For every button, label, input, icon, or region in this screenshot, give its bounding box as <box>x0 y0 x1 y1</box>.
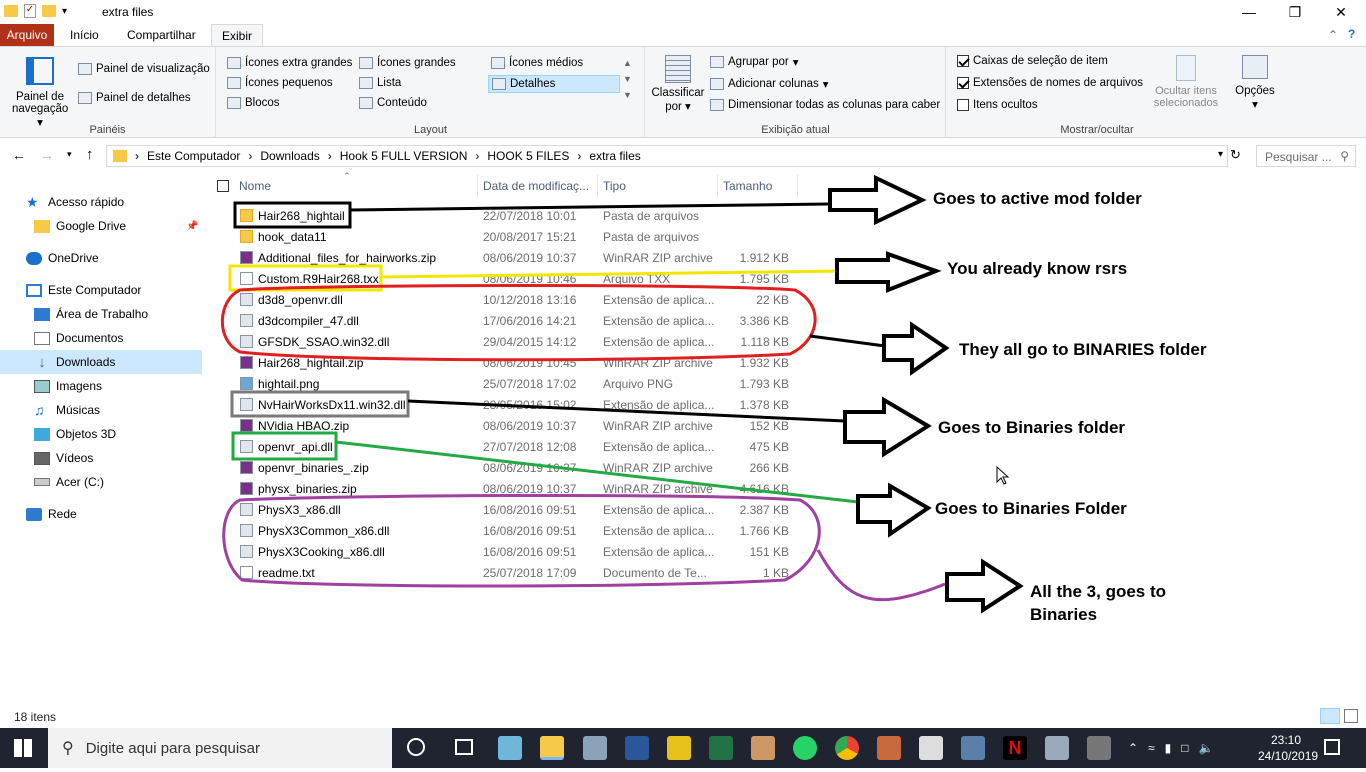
windows-start-icon[interactable] <box>14 739 32 757</box>
arrow-icon <box>945 558 1024 614</box>
annotation-line <box>335 440 859 504</box>
netflix-icon[interactable]: N <box>1003 736 1027 760</box>
word-icon[interactable] <box>625 736 649 760</box>
annotation-note: Goes to Binaries Folder <box>935 499 1127 518</box>
annotation-line <box>816 549 946 602</box>
annotation-line <box>407 399 846 423</box>
clock[interactable]: 23:10 24/10/2019 <box>1258 732 1318 772</box>
mouse-cursor-icon <box>996 466 1010 485</box>
app-icon[interactable] <box>877 736 901 760</box>
annotation-note: You already know rsrs <box>947 259 1128 278</box>
arrow-icon <box>835 251 942 293</box>
whatsapp-icon[interactable] <box>793 736 817 760</box>
annotation-box-black <box>233 201 352 229</box>
annotation-loop-red <box>220 283 817 362</box>
annotation-note: All the 3, goes to Binaries <box>1030 582 1167 624</box>
arrow-shapes <box>828 174 1024 614</box>
search-icon: ⚲ <box>62 740 74 757</box>
arrow-icon <box>828 174 927 226</box>
annotation-line <box>809 334 886 348</box>
arrow-icon <box>843 396 932 458</box>
file-explorer-icon[interactable] <box>540 736 564 760</box>
battery-icon[interactable]: ▮ <box>1165 741 1172 755</box>
taskbar: ⚲ Digite aqui para pesquisar N ⌃ ≈ ▮ □ 🔈 … <box>0 728 1366 768</box>
large-icons-view-icon[interactable] <box>1344 709 1358 723</box>
arrow-icon <box>882 321 950 376</box>
microphone-icon[interactable] <box>1087 736 1111 760</box>
annotation-loop-purple <box>222 493 821 588</box>
volume-icon[interactable]: 🔈 <box>1199 741 1214 755</box>
wifi-icon[interactable]: ≈ <box>1148 741 1155 755</box>
notifications-icon[interactable] <box>1324 739 1340 755</box>
annotation-line <box>380 269 846 279</box>
app-icon[interactable] <box>583 736 607 760</box>
chrome-icon[interactable] <box>835 736 859 760</box>
app-icon[interactable] <box>498 736 522 760</box>
status-item-count: 18 itens <box>14 710 57 724</box>
annotation-note: Goes to active mod folder <box>933 189 1142 208</box>
app-icon[interactable] <box>961 736 985 760</box>
arrow-icon <box>856 482 932 538</box>
excel-icon[interactable] <box>709 736 733 760</box>
details-view-icon[interactable] <box>1320 708 1340 724</box>
chevron-up-icon[interactable]: ⌃ <box>1128 741 1138 755</box>
app-icon[interactable] <box>751 736 775 760</box>
system-tray: ⌃ ≈ ▮ □ 🔈 <box>1128 728 1248 768</box>
annotation-box-gray <box>230 390 410 418</box>
folder-sync-icon[interactable]: □ <box>1181 741 1188 755</box>
app-icon[interactable] <box>1045 736 1069 760</box>
taskbar-search-input[interactable]: ⚲ Digite aqui para pesquisar <box>48 728 392 768</box>
annotation-line <box>349 202 829 212</box>
app-icon[interactable] <box>667 736 691 760</box>
annotation-overlay <box>220 174 1024 614</box>
calculator-icon[interactable] <box>919 736 943 760</box>
cortana-icon[interactable] <box>407 738 425 756</box>
task-view-icon[interactable] <box>455 739 473 755</box>
annotation-note: They all go to BINARIES folder <box>959 340 1207 359</box>
annotation-box-green <box>231 431 338 461</box>
annotation-note: Goes to Binaries folder <box>938 418 1126 437</box>
